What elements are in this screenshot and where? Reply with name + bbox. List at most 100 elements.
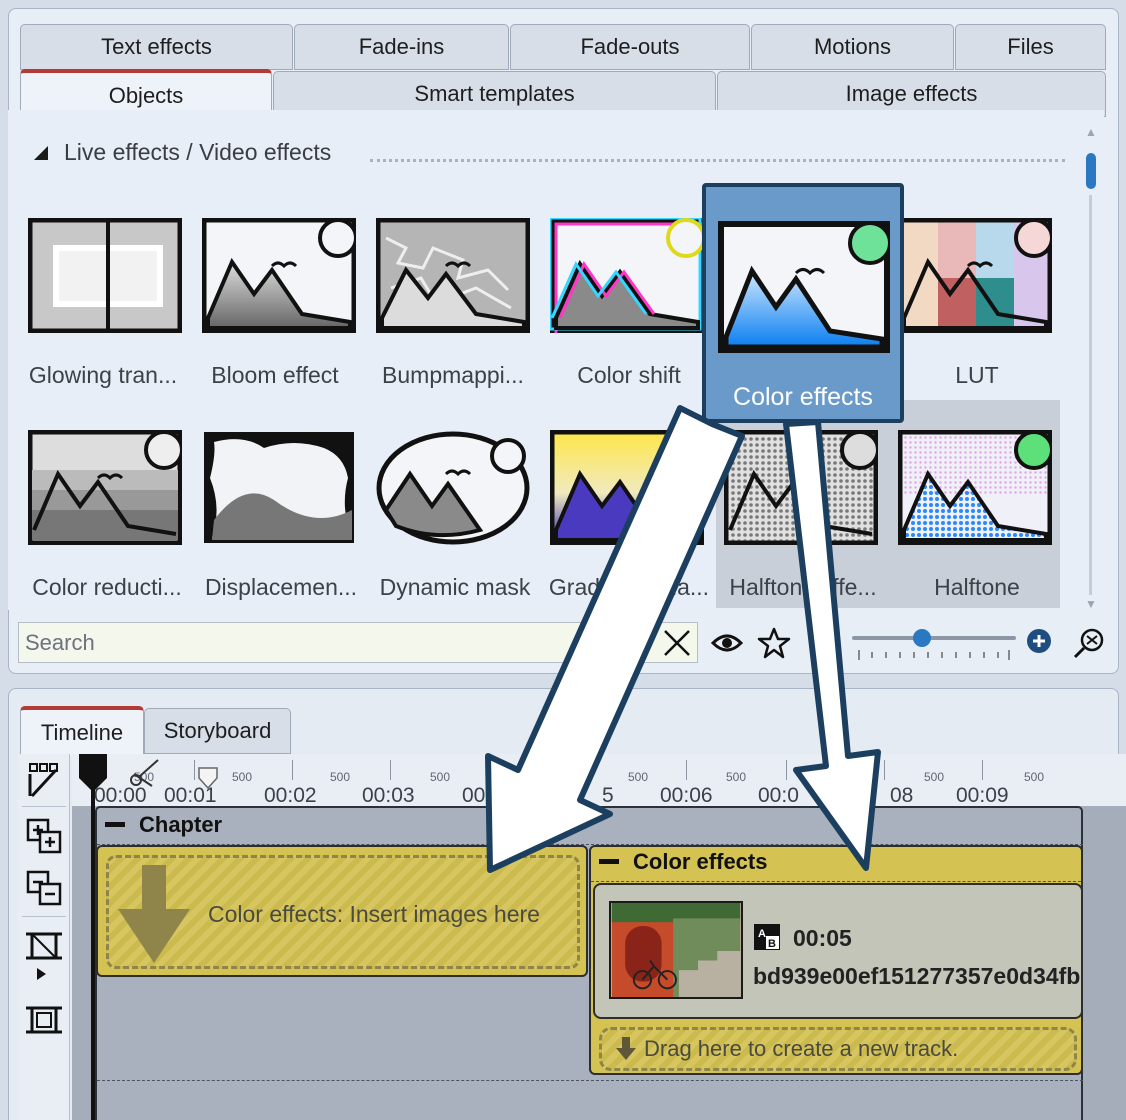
ruler-label: 00:0 <box>758 784 799 807</box>
tab-fade-outs[interactable]: Fade-outs <box>510 24 750 70</box>
chapter-divider <box>97 1080 1083 1081</box>
ruler-label: 00:03 <box>362 784 415 807</box>
new-track-dropzone[interactable]: Drag here to create a new track. <box>599 1027 1077 1071</box>
search-field[interactable] <box>18 622 698 663</box>
effect-label: Displacemen... <box>204 574 358 600</box>
playhead-handle-icon[interactable] <box>78 754 108 792</box>
tool-divider <box>22 916 66 917</box>
eye-icon[interactable] <box>709 625 745 661</box>
image-clip[interactable]: AB 00:05 bd939e00ef151277357e0d34fb0 <box>593 883 1083 1019</box>
effect-label: Color reducti... <box>32 574 182 600</box>
effect-bumpmapping[interactable]: Bumpmappi... <box>368 218 530 398</box>
scroll-track <box>1089 195 1092 595</box>
clip-duration: 00:05 <box>793 925 852 951</box>
halftone-icon <box>898 430 1052 545</box>
zoom-fit-icon[interactable] <box>1072 626 1106 660</box>
star-icon[interactable] <box>756 625 792 661</box>
tab-motions[interactable]: Motions <box>751 24 954 70</box>
effect-label: Gradie Ma... <box>548 574 710 600</box>
collapse-minus-icon[interactable] <box>599 857 621 867</box>
tab-storyboard[interactable]: Storyboard <box>144 708 291 754</box>
ruler-label: 00:09 <box>956 784 1009 807</box>
scroll-thumb[interactable] <box>1086 153 1096 189</box>
ruler-sublabel: 500 <box>1024 770 1045 784</box>
effect-lut[interactable]: LUT <box>890 218 1052 398</box>
tab-fade-ins[interactable]: Fade-ins <box>294 24 509 70</box>
effects-scrollbar[interactable]: ▲ ▼ <box>1084 125 1098 615</box>
effect-track-header[interactable]: Color effects <box>599 849 767 875</box>
effect-bloom[interactable]: Bloom effect <box>194 218 356 398</box>
effect-color-shift[interactable]: Color shift <box>542 218 704 398</box>
effect-track[interactable]: Color effects AB 00:05 bd939e00ef1512773… <box>589 845 1083 1075</box>
tab-timeline[interactable]: Timeline <box>20 706 144 756</box>
clip-filename: bd939e00ef151277357e0d34fb0 <box>753 963 1083 989</box>
bloom-icon <box>202 218 356 333</box>
effect-label: Halfton ffe... <box>729 574 877 600</box>
effect-halftone[interactable]: Halftone <box>890 430 1052 610</box>
effect-glowing-transition[interactable]: Glowing tran... <box>20 218 182 398</box>
scissors-icon[interactable] <box>128 758 162 788</box>
effect-color-reduction[interactable]: Color reducti... <box>20 430 182 610</box>
effect-displacement[interactable]: Displacemen... <box>194 430 357 610</box>
effect-label: Bumpmappi... <box>382 362 524 388</box>
add-track-icon[interactable] <box>24 816 64 856</box>
split-grid-icon[interactable] <box>24 760 64 800</box>
displacement-icon <box>202 430 356 545</box>
color-effects-icon <box>718 221 890 353</box>
gradient-map-icon <box>550 430 704 545</box>
tab-files[interactable]: Files <box>955 24 1106 70</box>
color-reduction-icon <box>28 430 182 545</box>
tab-text-effects[interactable]: Text effects <box>20 24 293 70</box>
effect-label: Color shift <box>577 362 681 388</box>
transition-ab-icon[interactable]: AB <box>753 923 781 951</box>
ruler-sublabel: 500 <box>924 770 945 784</box>
crop-icon[interactable] <box>24 926 64 966</box>
glowing-transition-icon <box>28 218 182 333</box>
halftone-effect-icon <box>724 430 878 545</box>
new-track-label: Drag here to create a new track. <box>644 1036 959 1061</box>
expand-triangle-icon[interactable] <box>34 966 48 982</box>
insert-placeholder-label: Color effects: Insert images here <box>208 901 540 927</box>
effect-halftone-effect[interactable]: Halfton ffe... <box>716 430 878 610</box>
marker-icon[interactable] <box>196 766 220 790</box>
lut-icon <box>898 218 1052 333</box>
tool-divider <box>22 806 66 807</box>
ruler-sublabel: 500 <box>726 770 747 784</box>
color-shift-icon <box>550 218 704 333</box>
timeline-ruler[interactable]: 500 500 500 500 500 500 500 500 00:00 00… <box>72 754 1126 807</box>
effect-gradient-map[interactable]: Gradie Ma... <box>542 430 709 610</box>
collapse-triangle-icon <box>34 145 48 160</box>
ruler-sublabel: 500 <box>330 770 351 784</box>
insert-images-dropzone[interactable]: Color effects: Insert images here <box>96 845 588 977</box>
ruler-label: 00:0 <box>462 784 503 807</box>
scroll-up-icon[interactable]: ▲ <box>1084 125 1098 139</box>
section-header[interactable]: Live effects / Video effects <box>30 139 331 166</box>
effect-label: Color effects <box>733 383 873 411</box>
ruler-label: 00:02 <box>264 784 317 807</box>
effect-dynamic-mask[interactable]: Dynamic mask <box>368 430 530 610</box>
chapter-header[interactable]: Chapter <box>97 808 1081 842</box>
effect-label: Bloom effect <box>211 362 339 388</box>
frame-icon[interactable] <box>24 1000 64 1040</box>
effect-label: LUT <box>955 362 999 388</box>
svg-text:B: B <box>768 938 776 950</box>
svg-text:A: A <box>758 928 766 940</box>
ruler-label: 00:06 <box>660 784 713 807</box>
clear-search-icon[interactable] <box>661 627 693 659</box>
track-divider <box>591 881 1081 882</box>
playhead-line[interactable] <box>91 754 95 1120</box>
section-divider <box>370 159 1065 162</box>
effect-color-effects[interactable]: Color effects <box>702 183 904 423</box>
search-input[interactable] <box>19 629 649 656</box>
dynamic-mask-icon <box>376 430 530 545</box>
chapter-title: Chapter <box>139 812 223 837</box>
zoom-in-icon[interactable] <box>1026 628 1052 654</box>
scroll-down-icon[interactable]: ▼ <box>1084 597 1098 611</box>
section-title: Live effects / Video effects <box>64 139 332 165</box>
ruler-sublabel: 500 <box>232 770 253 784</box>
zoom-ticks <box>858 650 1010 660</box>
down-arrow-icon <box>616 1037 636 1060</box>
zoom-slider[interactable] <box>852 629 1016 647</box>
remove-track-icon[interactable] <box>24 868 64 908</box>
collapse-minus-icon[interactable] <box>105 820 127 830</box>
